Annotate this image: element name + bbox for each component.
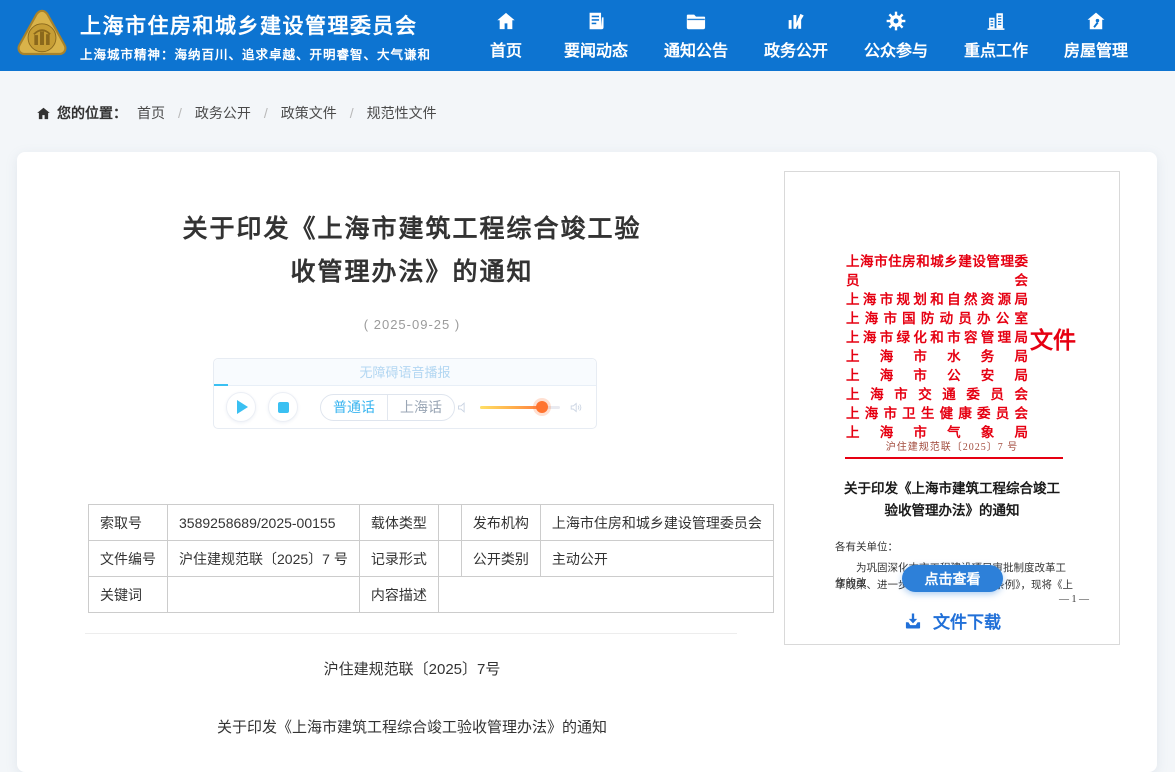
- volume-slider[interactable]: [480, 406, 560, 409]
- document-preview: 上海市住房和城乡建设管理委员会 上海市规划和自然资源局 上海市国防动员办公室 上…: [784, 171, 1120, 645]
- publish-date: ( 2025-09-25 ): [87, 317, 737, 332]
- meta-label: 记录形式: [359, 541, 438, 577]
- article-card: 关于印发《上海市建筑工程综合竣工验 收管理办法》的通知 ( 2025-09-25…: [17, 152, 1157, 772]
- issuing-agencies: 上海市住房和城乡建设管理委员会 上海市规划和自然资源局 上海市国防动员办公室 上…: [846, 252, 1028, 442]
- breadcrumb-label: 您的位置：: [57, 103, 127, 123]
- play-icon: [237, 400, 248, 414]
- breadcrumb-separator: /: [350, 105, 354, 121]
- agency-line: 上海市水务局: [846, 347, 1028, 366]
- table-row: 索取号 3589258689/2025-00155 载体类型 发布机构 上海市住…: [89, 505, 774, 541]
- gear-icon: [885, 10, 907, 32]
- volume-fill: [480, 406, 542, 409]
- view-document-button[interactable]: 点击查看: [902, 565, 1003, 592]
- content-divider: [85, 633, 737, 634]
- article-title-line1: 关于印发《上海市建筑工程综合竣工验: [87, 208, 737, 251]
- breadcrumb-home-icon: [36, 106, 51, 121]
- download-link[interactable]: 文件下载: [785, 608, 1119, 633]
- main-nav: 首页 要闻动态 通知公告 政务公开: [466, 0, 1146, 71]
- breadcrumb-item-open-gov[interactable]: 政务公开: [195, 103, 251, 123]
- document-title-text: 关于印发《上海市建筑工程综合竣工验收管理办法》的通知: [87, 716, 737, 737]
- meta-value: 沪住建规范联〔2025〕7 号: [168, 541, 360, 577]
- volume-low-icon: [456, 400, 471, 415]
- preview-salutation: 各有关单位：: [835, 539, 898, 554]
- meta-value: 上海市住房和城乡建设管理委员会: [540, 505, 773, 541]
- nav-item-participation[interactable]: 公众参与: [846, 0, 946, 71]
- meta-label: 文件编号: [89, 541, 168, 577]
- agency-line: 上海市规划和自然资源局: [846, 290, 1028, 309]
- breadcrumb-separator: /: [178, 105, 182, 121]
- site-header: 上海市住房和城乡建设管理委员会 上海城市精神：海纳百川、追求卓越、开明睿智、大气…: [0, 0, 1175, 71]
- meta-value: [438, 541, 461, 577]
- language-toggle: 普通话 上海话: [320, 394, 455, 421]
- article-title-line2: 收管理办法》的通知: [87, 251, 737, 294]
- meta-label: 发布机构: [461, 505, 540, 541]
- meta-label: 公开类别: [461, 541, 540, 577]
- meta-value: 3589258689/2025-00155: [168, 505, 360, 541]
- preview-title-line2: 验收管理办法》的通知: [785, 500, 1119, 522]
- site-logo-icon: [15, 6, 69, 66]
- preview-body-line2-right: 条例》，现将《上: [994, 577, 1073, 592]
- audio-banner-label: 无障碍语音播报: [359, 365, 450, 380]
- download-label: 文件下载: [933, 608, 1001, 633]
- breadcrumb-item-policy-files[interactable]: 政策文件: [281, 103, 337, 123]
- news-icon: [585, 10, 607, 32]
- document-number-text: 沪住建规范联〔2025〕7号: [87, 658, 737, 679]
- building-icon: [985, 10, 1007, 32]
- nav-item-housing[interactable]: 房屋管理: [1046, 0, 1146, 71]
- nav-item-home[interactable]: 首页: [466, 0, 546, 71]
- audio-controls: 普通话 上海话: [214, 386, 596, 428]
- agency-line: 上海市绿化和市容管理局: [846, 328, 1028, 347]
- language-option-mandarin[interactable]: 普通话: [321, 395, 387, 420]
- language-option-shanghainese[interactable]: 上海话: [387, 395, 454, 420]
- meta-value: [168, 577, 360, 613]
- nav-item-news[interactable]: 要闻动态: [546, 0, 646, 71]
- audio-banner: 无障碍语音播报: [214, 359, 596, 386]
- site-title: 上海市住房和城乡建设管理委员会: [80, 10, 418, 40]
- download-icon: [903, 611, 923, 631]
- stop-icon: [278, 402, 289, 413]
- preview-title-line1: 关于印发《上海市建筑工程综合竣工: [785, 478, 1119, 500]
- meta-label: 索取号: [89, 505, 168, 541]
- preview-doc-number: 沪住建规范联〔2025〕7 号: [785, 438, 1119, 453]
- agency-line: 上海市住房和城乡建设管理委员会: [846, 252, 1028, 290]
- audio-banner-accent: [214, 384, 228, 386]
- volume-knob[interactable]: [536, 401, 548, 413]
- agency-line: 上海市公安局: [846, 366, 1028, 385]
- meta-label: 关键词: [89, 577, 168, 613]
- house-tools-icon: [1085, 10, 1107, 32]
- table-row: 关键词 内容描述: [89, 577, 774, 613]
- play-button[interactable]: [226, 392, 256, 422]
- site-subtitle: 上海城市精神：海纳百川、追求卓越、开明睿智、大气谦和: [80, 44, 431, 63]
- volume-high-icon: [569, 400, 584, 415]
- stop-button[interactable]: [268, 392, 298, 422]
- table-row: 文件编号 沪住建规范联〔2025〕7 号 记录形式 公开类别 主动公开: [89, 541, 774, 577]
- breadcrumb: 您的位置： 首页 / 政务公开 / 政策文件 / 规范性文件: [36, 103, 437, 123]
- preview-page-number: — 1 —: [1059, 594, 1089, 605]
- breadcrumb-item-normative-files[interactable]: 规范性文件: [367, 103, 437, 123]
- metadata-table: 索取号 3589258689/2025-00155 载体类型 发布机构 上海市住…: [88, 504, 774, 613]
- audio-reader-widget: 无障碍语音播报 普通话 上海话: [213, 358, 597, 429]
- breadcrumb-item-home[interactable]: 首页: [137, 103, 165, 123]
- meta-value: [438, 505, 461, 541]
- breadcrumb-separator: /: [264, 105, 268, 121]
- meta-value: [438, 577, 773, 613]
- preview-doc-title: 关于印发《上海市建筑工程综合竣工 验收管理办法》的通知: [785, 478, 1119, 522]
- nav-item-key-work[interactable]: 重点工作: [946, 0, 1046, 71]
- home-icon: [495, 10, 517, 32]
- nav-item-notices[interactable]: 通知公告: [646, 0, 746, 71]
- red-rule: [845, 457, 1063, 459]
- volume-control: [456, 400, 584, 415]
- agency-line: 上海市国防动员办公室: [846, 309, 1028, 328]
- folder-icon: [685, 10, 707, 32]
- bar-chart-icon: [785, 10, 807, 32]
- agency-line: 上海市卫生健康委员会: [846, 404, 1028, 423]
- article-title: 关于印发《上海市建筑工程综合竣工验 收管理办法》的通知: [87, 208, 737, 294]
- agency-line: 上海市交通委员会: [846, 385, 1028, 404]
- document-type-label: 文件: [1030, 321, 1076, 355]
- meta-label: 内容描述: [359, 577, 438, 613]
- nav-item-open-gov[interactable]: 政务公开: [746, 0, 846, 71]
- meta-label: 载体类型: [359, 505, 438, 541]
- meta-value: 主动公开: [540, 541, 773, 577]
